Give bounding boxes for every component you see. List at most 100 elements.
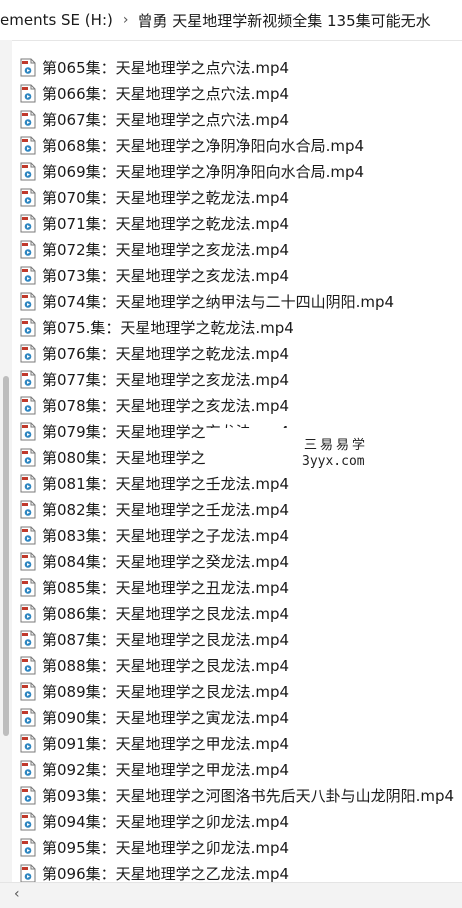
file-row[interactable]: 第067集：天星地理学之点穴法.mp4: [14, 106, 460, 132]
media-file-icon: [20, 136, 36, 154]
media-file-icon: [20, 58, 36, 76]
file-row[interactable]: 第078集：天星地理学之亥龙法.mp4: [14, 392, 460, 418]
file-name: 第067集：天星地理学之点穴法.mp4: [42, 110, 290, 129]
file-name: 第096集：天星地理学之乙龙法.mp4: [42, 864, 290, 883]
file-row[interactable]: 第088集：天星地理学之艮龙法.mp4: [14, 652, 460, 678]
breadcrumb-separator-icon[interactable]: ›: [123, 12, 129, 28]
file-name: 第082集：天星地理学之壬龙法.mp4: [42, 500, 290, 519]
watermark: 三易易学 3yyx.com: [206, 428, 462, 472]
file-row[interactable]: 第081集：天星地理学之壬龙法.mp4: [14, 470, 460, 496]
media-file-icon: [20, 344, 36, 362]
media-file-icon: [20, 734, 36, 752]
file-row[interactable]: 第096集：天星地理学之乙龙法.mp4: [14, 860, 460, 882]
media-file-icon: [20, 864, 36, 882]
media-file-icon: [20, 266, 36, 284]
file-name: 第068集：天星地理学之净阴净阳向水合局.mp4: [42, 136, 365, 155]
media-file-icon: [20, 760, 36, 778]
breadcrumb-drive[interactable]: ements SE (H:): [0, 11, 113, 29]
file-name: 第085集：天星地理学之丑龙法.mp4: [42, 578, 290, 597]
file-name: 第065集：天星地理学之点穴法.mp4: [42, 58, 290, 77]
file-row[interactable]: 第074集：天星地理学之纳甲法与二十四山阴阳.mp4: [14, 288, 460, 314]
media-file-icon: [20, 812, 36, 830]
file-name: 第091集：天星地理学之甲龙法.mp4: [42, 734, 290, 753]
media-file-icon: [20, 604, 36, 622]
media-file-icon: [20, 474, 36, 492]
media-file-icon: [20, 552, 36, 570]
file-row[interactable]: 第084集：天星地理学之癸龙法.mp4: [14, 548, 460, 574]
media-file-icon: [20, 708, 36, 726]
file-row[interactable]: 第087集：天星地理学之艮龙法.mp4: [14, 626, 460, 652]
media-file-icon: [20, 786, 36, 804]
media-file-icon: [20, 396, 36, 414]
address-bar[interactable]: ements SE (H:) › 曾勇 天星地理学新视频全集 135集可能无水: [0, 0, 462, 41]
file-name: 第071集：天星地理学之乾龙法.mp4: [42, 214, 290, 233]
file-row[interactable]: 第083集：天星地理学之子龙法.mp4: [14, 522, 460, 548]
file-row[interactable]: 第082集：天星地理学之壬龙法.mp4: [14, 496, 460, 522]
file-name: 第087集：天星地理学之艮龙法.mp4: [42, 630, 290, 649]
file-row[interactable]: 第072集：天星地理学之亥龙法.mp4: [14, 236, 460, 262]
watermark-title: 三易易学: [304, 438, 369, 453]
file-row[interactable]: 第094集：天星地理学之卯龙法.mp4: [14, 808, 460, 834]
file-row[interactable]: 第090集：天星地理学之寅龙法.mp4: [14, 704, 460, 730]
media-file-icon: [20, 292, 36, 310]
media-file-icon: [20, 214, 36, 232]
file-name: 第078集：天星地理学之亥龙法.mp4: [42, 396, 290, 415]
media-file-icon: [20, 578, 36, 596]
media-file-icon: [20, 318, 36, 336]
file-name: 第090集：天星地理学之寅龙法.mp4: [42, 708, 290, 727]
file-name: 第095集：天星地理学之卯龙法.mp4: [42, 838, 290, 857]
file-name: 第094集：天星地理学之卯龙法.mp4: [42, 812, 290, 831]
file-name: 第084集：天星地理学之癸龙法.mp4: [42, 552, 290, 571]
file-name: 第086集：天星地理学之艮龙法.mp4: [42, 604, 290, 623]
file-name: 第066集：天星地理学之点穴法.mp4: [42, 84, 290, 103]
file-name: 第092集：天星地理学之甲龙法.mp4: [42, 760, 290, 779]
file-row[interactable]: 第071集：天星地理学之乾龙法.mp4: [14, 210, 460, 236]
media-file-icon: [20, 448, 36, 466]
file-name: 第089集：天星地理学之艮龙法.mp4: [42, 682, 290, 701]
media-file-icon: [20, 500, 36, 518]
media-file-icon: [20, 656, 36, 674]
file-name: 第088集：天星地理学之艮龙法.mp4: [42, 656, 290, 675]
file-row[interactable]: 第076集：天星地理学之乾龙法.mp4: [14, 340, 460, 366]
file-row[interactable]: 第066集：天星地理学之点穴法.mp4: [14, 80, 460, 106]
file-row[interactable]: 第093集：天星地理学之河图洛书先后天八卦与山龙阴阳.mp4: [14, 782, 460, 808]
media-file-icon: [20, 682, 36, 700]
file-row[interactable]: 第065集：天星地理学之点穴法.mp4: [14, 54, 460, 80]
file-name: 第076集：天星地理学之乾龙法.mp4: [42, 344, 290, 363]
file-name: 第074集：天星地理学之纳甲法与二十四山阴阳.mp4: [42, 292, 395, 311]
media-file-icon: [20, 240, 36, 258]
file-name: 第077集：天星地理学之亥龙法.mp4: [42, 370, 290, 389]
media-file-icon: [20, 630, 36, 648]
media-file-icon: [20, 110, 36, 128]
horizontal-scrollbar[interactable]: ‹: [0, 882, 462, 908]
file-name: 第075.集：天星地理学之乾龙法.mp4: [42, 318, 294, 337]
media-file-icon: [20, 162, 36, 180]
file-name: 第070集：天星地理学之乾龙法.mp4: [42, 188, 290, 207]
watermark-url: 3yyx.com: [302, 454, 365, 469]
media-file-icon: [20, 422, 36, 440]
file-row[interactable]: 第068集：天星地理学之净阴净阳向水合局.mp4: [14, 132, 460, 158]
file-name: 第083集：天星地理学之子龙法.mp4: [42, 526, 290, 545]
file-row[interactable]: 第077集：天星地理学之亥龙法.mp4: [14, 366, 460, 392]
file-name: 第069集：天星地理学之净阴净阳向水合局.mp4: [42, 162, 365, 181]
file-name: 第073集：天星地理学之亥龙法.mp4: [42, 266, 290, 285]
file-name: 第093集：天星地理学之河图洛书先后天八卦与山龙阴阳.mp4: [42, 786, 455, 805]
file-row[interactable]: 第070集：天星地理学之乾龙法.mp4: [14, 184, 460, 210]
file-row[interactable]: 第086集：天星地理学之艮龙法.mp4: [14, 600, 460, 626]
file-row[interactable]: 第085集：天星地理学之丑龙法.mp4: [14, 574, 460, 600]
media-file-icon: [20, 838, 36, 856]
file-row[interactable]: 第073集：天星地理学之亥龙法.mp4: [14, 262, 460, 288]
breadcrumb-folder[interactable]: 曾勇 天星地理学新视频全集 135集可能无水: [137, 10, 430, 31]
file-row[interactable]: 第091集：天星地理学之甲龙法.mp4: [14, 730, 460, 756]
media-file-icon: [20, 84, 36, 102]
file-row[interactable]: 第095集：天星地理学之卯龙法.mp4: [14, 834, 460, 860]
file-row[interactable]: 第069集：天星地理学之净阴净阳向水合局.mp4: [14, 158, 460, 184]
file-name: 第072集：天星地理学之亥龙法.mp4: [42, 240, 290, 259]
media-file-icon: [20, 188, 36, 206]
file-row[interactable]: 第092集：天星地理学之甲龙法.mp4: [14, 756, 460, 782]
file-row[interactable]: 第089集：天星地理学之艮龙法.mp4: [14, 678, 460, 704]
scroll-left-arrow-icon[interactable]: ‹: [14, 886, 20, 902]
media-file-icon: [20, 526, 36, 544]
file-row[interactable]: 第075.集：天星地理学之乾龙法.mp4: [14, 314, 460, 340]
media-file-icon: [20, 370, 36, 388]
